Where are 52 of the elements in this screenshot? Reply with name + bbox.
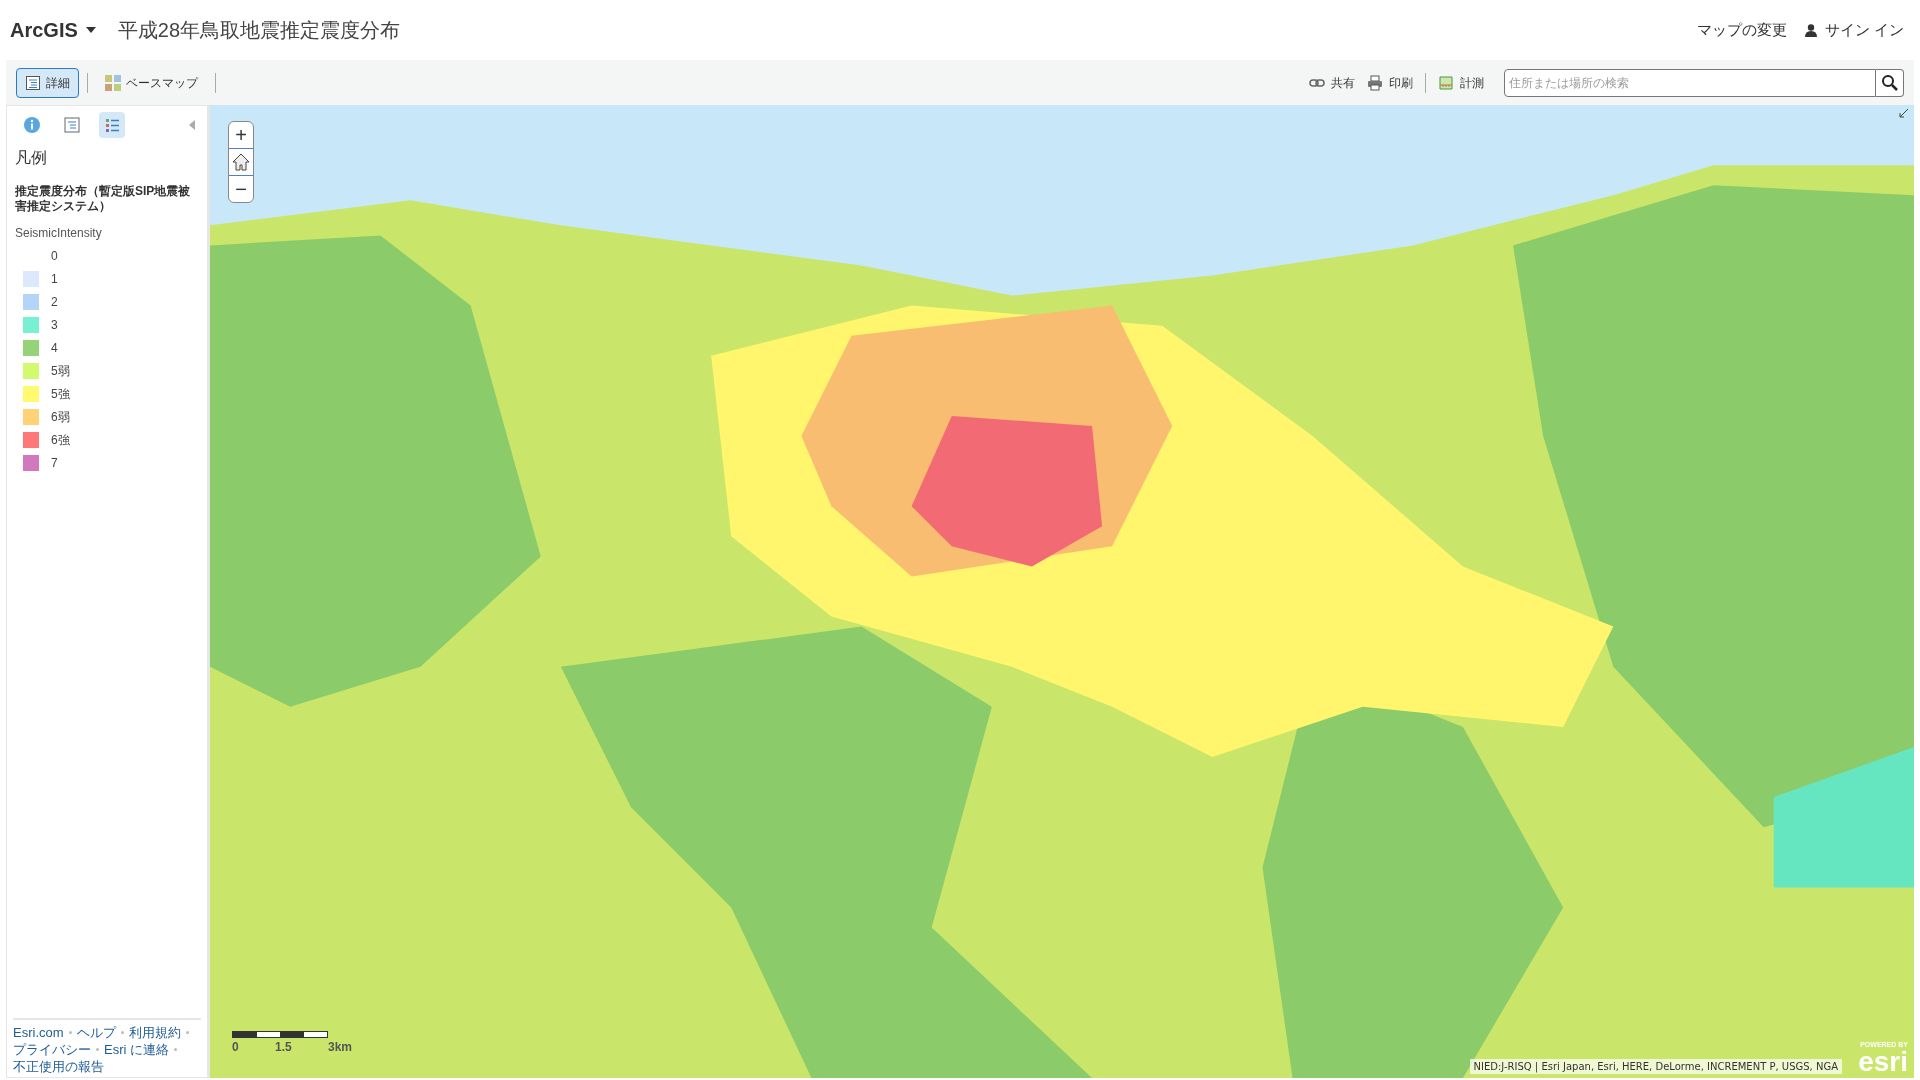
search-field[interactable]: 住所または場所の検索 (1504, 68, 1876, 97)
caret-icon (85, 27, 96, 33)
print-button[interactable]: 印刷 (1367, 73, 1413, 92)
expand-icon[interactable] (1898, 107, 1910, 119)
legend-label: 7 (51, 454, 58, 472)
measure-button[interactable]: 計測 (1438, 73, 1484, 92)
footer-link[interactable]: 利用規約 (128, 1024, 181, 1041)
details-button[interactable]: 詳細 (16, 67, 79, 98)
legend-label: 1 (51, 270, 58, 288)
legend-label: 5弱 (51, 362, 70, 380)
layer-name: 推定震度分布（暫定版SIP地震被害推定システム） (15, 184, 192, 214)
legend-label: 3 (51, 316, 58, 334)
legend-icon (103, 116, 121, 134)
content-icon (63, 116, 81, 134)
basemap-icon (105, 74, 121, 91)
legend-label: 5強 (51, 385, 70, 403)
map-title: 平成28年鳥取地震推定震度分布 (117, 18, 401, 43)
home-icon (231, 152, 251, 172)
footer-link[interactable]: プライバシー (13, 1041, 91, 1058)
legend-tab[interactable] (99, 112, 125, 138)
zoom-in-button[interactable]: + (229, 122, 253, 148)
collapse-icon[interactable] (189, 120, 195, 130)
field-name: SeismicIntensity (15, 225, 103, 242)
footer-link[interactable]: 不正使用の報告 (13, 1058, 104, 1075)
zoom-out-button[interactable]: − (229, 176, 253, 202)
basemap-button[interactable]: ベースマップ (96, 67, 207, 98)
scale-label: 3km (327, 1039, 352, 1056)
change-map-link[interactable]: マップの変更 (1696, 18, 1787, 42)
scale-label: 0 (232, 1039, 239, 1056)
home-button[interactable] (229, 148, 253, 176)
footer-link[interactable]: Esri.com (13, 1024, 64, 1041)
legend-label: 6強 (51, 431, 70, 449)
share-button[interactable]: 共有 (1309, 73, 1355, 92)
info-icon (23, 116, 41, 134)
footer-link[interactable]: Esri に連絡 (104, 1041, 169, 1058)
legend-label: 0 (51, 247, 58, 265)
ruler-icon (1438, 74, 1454, 91)
esri-logo: esri (1858, 1050, 1908, 1074)
sign-in-link[interactable]: サイン イン (1804, 18, 1904, 42)
legend-label: 4 (51, 339, 58, 357)
scale-label: 1.5 (275, 1039, 292, 1056)
search-icon (1880, 73, 1899, 92)
footer-link[interactable]: ヘルプ (76, 1024, 116, 1041)
attribution-text: NIED:J-RISQ | Esri Japan, Esri, HERE, DeLorme, INCREMENT P, USGS, NGA (1469, 1059, 1842, 1074)
details-icon (25, 74, 41, 91)
legend-label: 6弱 (51, 408, 70, 426)
printer-icon (1367, 74, 1383, 91)
legend-heading: 凡例 (15, 148, 48, 168)
search-button[interactable] (1876, 68, 1904, 97)
legend-label: 2 (51, 293, 58, 311)
app-menu-button[interactable]: ArcGIS (10, 15, 96, 45)
user-icon (1804, 23, 1817, 37)
